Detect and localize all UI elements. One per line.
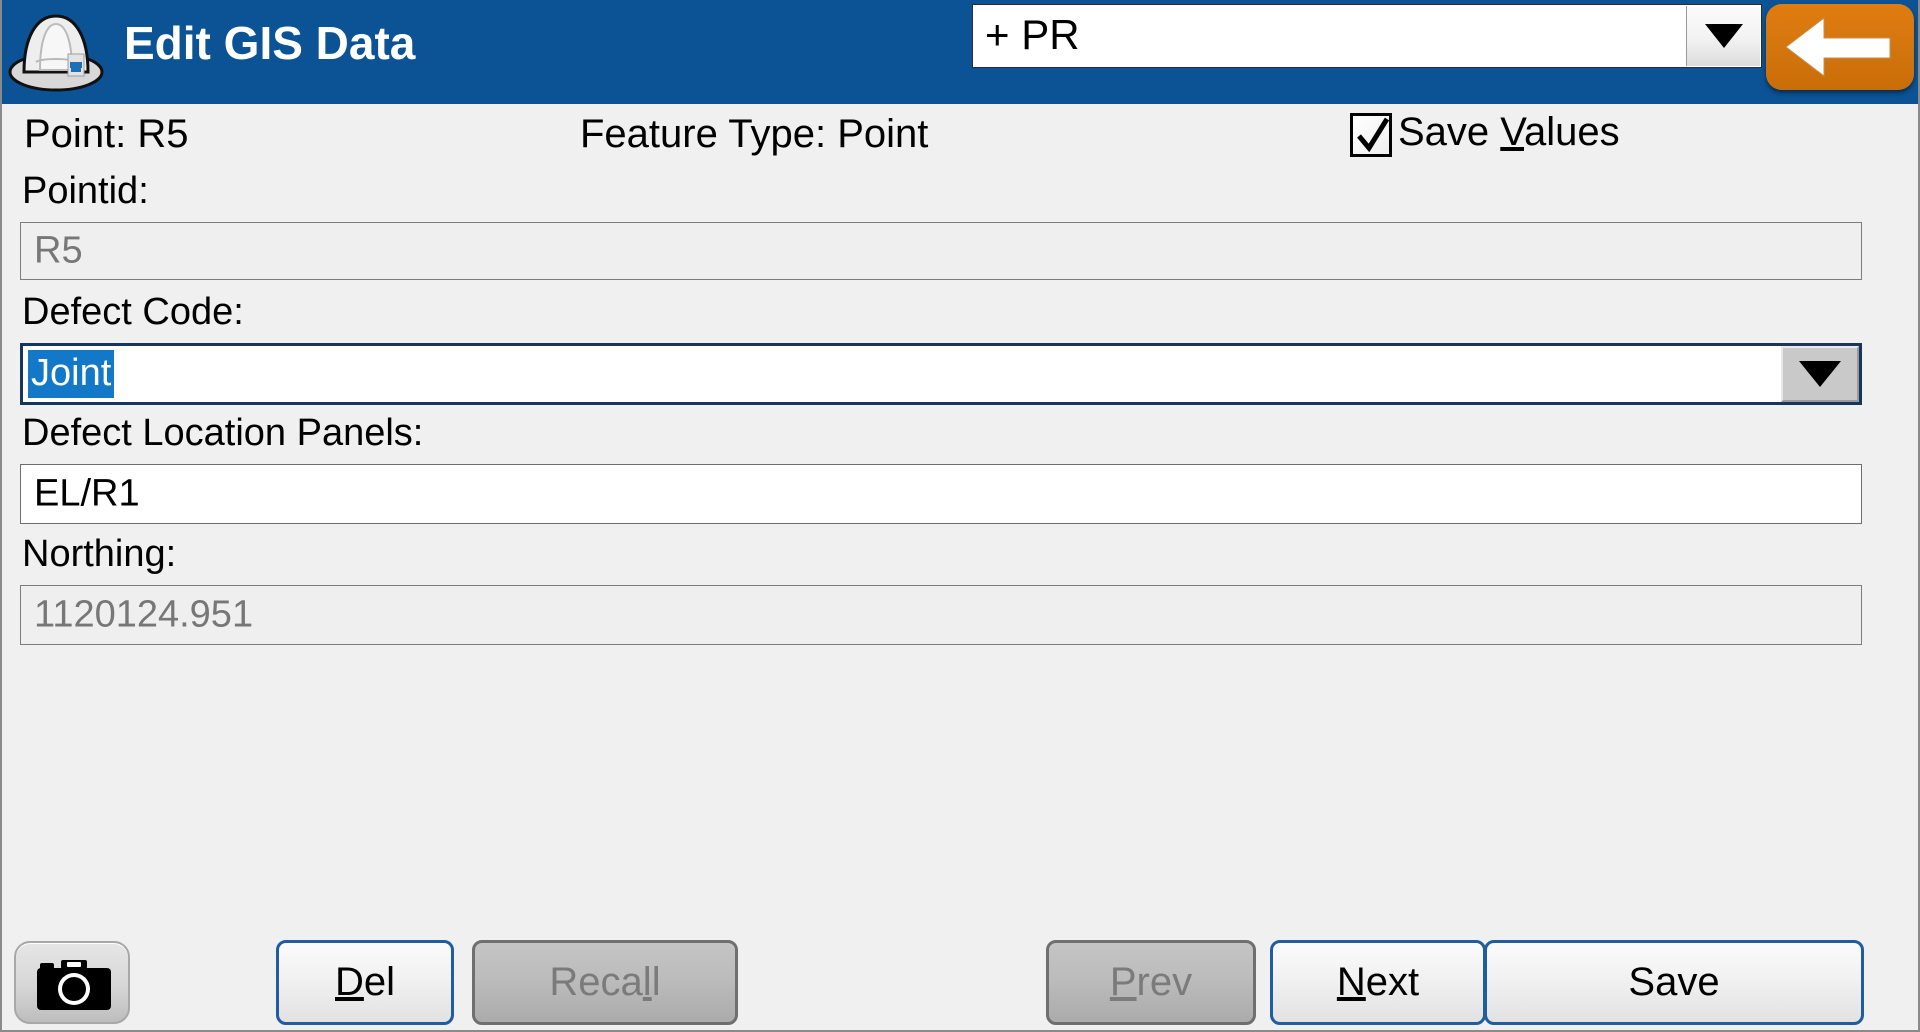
point-label: Point: R5 (24, 112, 189, 156)
defect-location-panels-value: EL/R1 (34, 472, 140, 515)
checkbox-box[interactable] (1350, 113, 1392, 157)
save-button[interactable]: Save (1484, 940, 1864, 1025)
project-select[interactable]: + PR (972, 4, 1762, 68)
defect-location-panels-input[interactable]: EL/R1 (20, 464, 1862, 524)
camera-icon (37, 960, 111, 1010)
edit-gis-data-window: Edit GIS Data + PR Point: R5 Feature Typ… (0, 0, 1920, 1032)
pointid-input: R5 (20, 222, 1862, 280)
feature-type-label: Feature Type: Point (580, 112, 929, 156)
pointid-label: Pointid: (22, 170, 149, 212)
defect-code-combobox[interactable]: Joint (20, 343, 1862, 405)
camera-button[interactable] (14, 941, 130, 1024)
defect-code-label: Defect Code: (22, 291, 244, 333)
prev-button: Prev (1046, 940, 1256, 1025)
save-button-label: Save (1628, 960, 1720, 1004)
defect-code-value[interactable]: Joint (28, 350, 115, 398)
page-title: Edit GIS Data (124, 17, 416, 69)
del-button[interactable]: Del (276, 940, 454, 1025)
northing-value: 1120124.951 (34, 593, 254, 636)
project-select-value: + PR (985, 11, 1080, 58)
recall-button-label: Recall (549, 960, 661, 1004)
next-button-label: Next (1336, 960, 1420, 1004)
defect-code-dropdown-button[interactable] (1781, 346, 1859, 402)
title-bar: Edit GIS Data + PR (2, 0, 1918, 104)
save-values-label: Save Values (1398, 110, 1620, 154)
pointid-value: R5 (34, 229, 83, 272)
project-select-toggle[interactable] (1686, 6, 1760, 66)
hardhat-icon (6, 2, 106, 94)
checkmark-icon (1357, 117, 1390, 153)
chevron-down-icon (1704, 24, 1743, 48)
defect-location-panels-label: Defect Location Panels: (22, 412, 424, 454)
northing-label: Northing: (22, 533, 177, 575)
prev-button-label: Prev (1109, 960, 1193, 1004)
arrow-left-icon (1785, 16, 1891, 78)
recall-button: Recall (472, 940, 738, 1025)
northing-input: 1120124.951 (20, 585, 1862, 645)
del-button-label: Del (334, 960, 396, 1004)
chevron-down-icon (1799, 361, 1841, 387)
back-button[interactable] (1766, 4, 1914, 90)
next-button[interactable]: Next (1270, 940, 1486, 1025)
